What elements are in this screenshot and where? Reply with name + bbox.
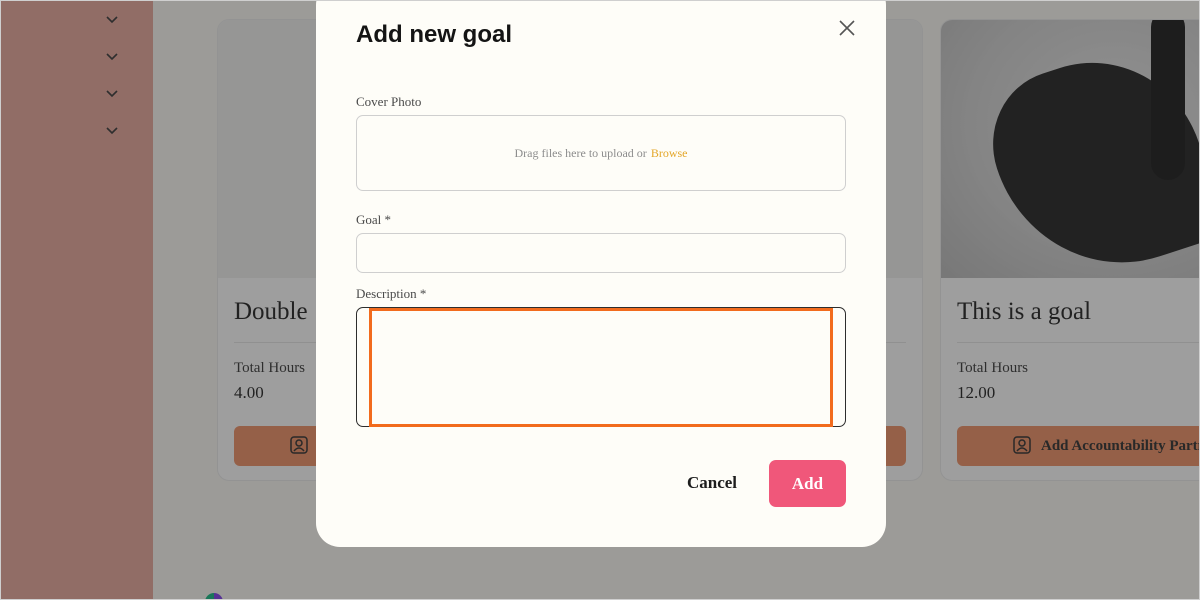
modal-title: Add new goal xyxy=(356,21,512,48)
cover-photo-label: Cover Photo xyxy=(356,94,422,109)
description-label: Description * xyxy=(356,286,427,301)
add-button[interactable]: Add xyxy=(769,460,846,507)
close-icon[interactable] xyxy=(836,17,858,39)
browse-link[interactable]: Browse xyxy=(651,146,688,161)
dropzone-text: Drag files here to upload or xyxy=(514,145,647,160)
goal-label: Goal * xyxy=(356,212,392,227)
goal-input[interactable] xyxy=(356,233,846,273)
cancel-button[interactable]: Cancel xyxy=(676,461,748,505)
description-textarea[interactable] xyxy=(356,307,846,427)
app-window: Double Total Hours 4.00 This is a goal T… xyxy=(0,0,1200,600)
add-goal-modal: Add new goal Cover Photo Drag files here… xyxy=(316,1,886,547)
cover-photo-dropzone[interactable]: Drag files here to upload or Browse xyxy=(356,115,846,191)
